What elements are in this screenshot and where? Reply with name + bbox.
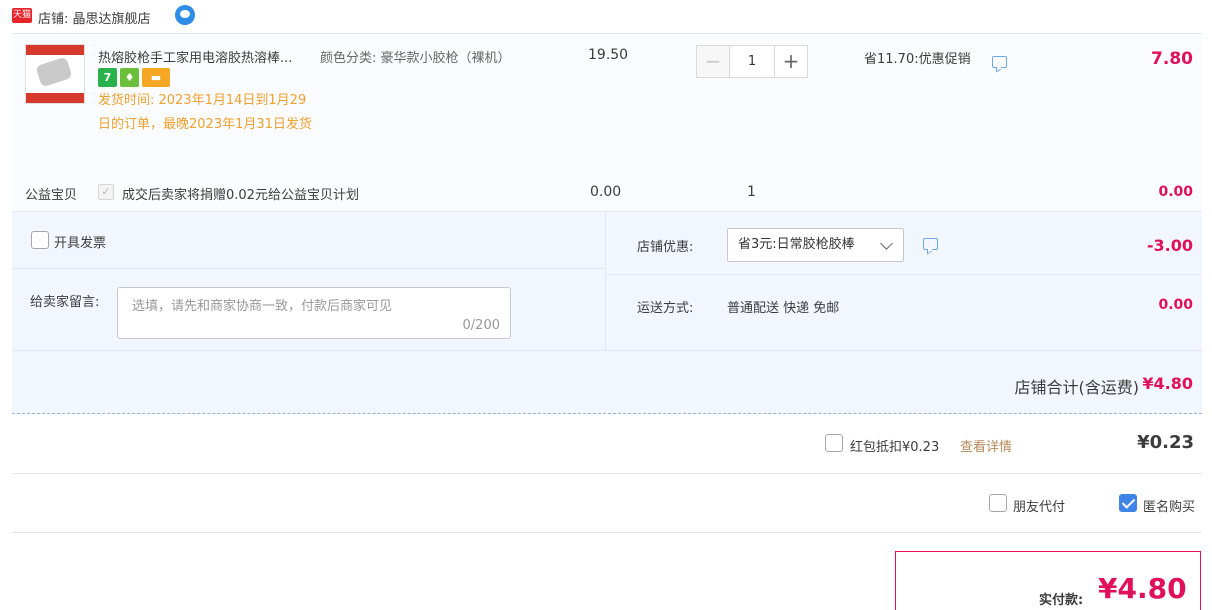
shipping-amount: 0.00: [1158, 297, 1193, 313]
invoice-checkbox[interactable]: [31, 231, 49, 249]
charity-quantity: 1: [747, 184, 756, 200]
shop-discount-label: 店铺优惠:: [637, 240, 694, 255]
android-service-icon: ♦: [120, 68, 139, 87]
shop-discount-amount: -3.00: [1146, 236, 1193, 255]
charity-price: 0.00: [590, 184, 622, 200]
row-divider: [12, 473, 1202, 474]
delivery-time: 发货时间: 2023年1月14日到1月29日的订单，最晚2023年1月31日发货: [98, 93, 312, 132]
redpack-details-link[interactable]: 查看详情: [960, 436, 1012, 455]
note-char-count: 0/200: [462, 318, 500, 333]
redpack-amount: ¥0.23: [1137, 432, 1194, 453]
note-box: 0/200: [117, 287, 511, 339]
shipping-method: 普通配送 快递 免邮: [727, 301, 840, 316]
anonymous-checkbox[interactable]: [1119, 494, 1137, 512]
credit-card-icon: ▬: [142, 68, 170, 87]
service-icons: 7 ♦ ▬: [98, 68, 170, 88]
decrease-button[interactable]: −: [696, 45, 730, 78]
anonymous-label[interactable]: 匿名购买: [1143, 496, 1195, 515]
promo-chat-icon[interactable]: [992, 56, 1007, 68]
charity-label: 公益宝贝: [25, 188, 78, 203]
redpack-label[interactable]: 红包抵扣¥0.23: [850, 436, 939, 455]
wangwang-chat-icon[interactable]: [175, 5, 195, 25]
charity-checkbox: ✓: [98, 184, 114, 200]
unit-price: 19.50: [588, 47, 629, 63]
redpack-checkbox[interactable]: [825, 434, 843, 452]
shop-total-amount: ¥4.80: [1142, 374, 1193, 393]
charity-text: 成交后卖家将捐赠0.02元给公益宝贝计划: [122, 188, 359, 203]
charity-subtotal: 0.00: [1158, 184, 1193, 200]
shop-discount-value: 省3元:日常胶枪胶棒: [738, 237, 855, 252]
quantity-input[interactable]: [730, 45, 774, 78]
panel-divider: [605, 213, 606, 350]
tmall-badge: 天猫: [12, 8, 32, 23]
shop-total-label: 店铺合计(含运费): [1014, 378, 1140, 397]
product-sku: 颜色分类: 豪华款小胶枪（裸机）: [320, 51, 511, 66]
note-label: 给卖家留言:: [30, 295, 100, 310]
chevron-down-icon: [880, 237, 893, 250]
seller-note-input[interactable]: [118, 288, 510, 338]
shipping-label: 运送方式:: [637, 301, 694, 316]
invoice-label[interactable]: 开具发票: [54, 232, 106, 251]
promotion-text: 省11.70:优惠促销: [864, 52, 971, 67]
increase-button[interactable]: +: [774, 45, 808, 78]
panel-divider: [12, 268, 605, 269]
shop-discount-select[interactable]: 省3元:日常胶枪胶棒: [727, 228, 904, 262]
discount-chat-icon[interactable]: [923, 238, 938, 250]
product-title[interactable]: 热熔胶枪手工家用电溶胶热溶棒...: [98, 47, 313, 66]
quantity-stepper: − +: [696, 45, 812, 78]
shop-name[interactable]: 店铺: 晶思达旗舰店: [38, 8, 151, 27]
product-thumbnail[interactable]: [25, 44, 85, 104]
payment-amount: ¥4.80: [1098, 572, 1187, 605]
row-divider: [12, 532, 1202, 533]
payment-label: 实付款:: [1039, 593, 1084, 608]
friend-pay-checkbox[interactable]: [989, 494, 1007, 512]
panel-divider: [606, 274, 1202, 275]
panel-divider: [12, 350, 1202, 351]
seven-day-return-icon: 7: [98, 68, 117, 87]
item-subtotal: 7.80: [1151, 49, 1193, 69]
friend-pay-label[interactable]: 朋友代付: [1013, 496, 1065, 515]
